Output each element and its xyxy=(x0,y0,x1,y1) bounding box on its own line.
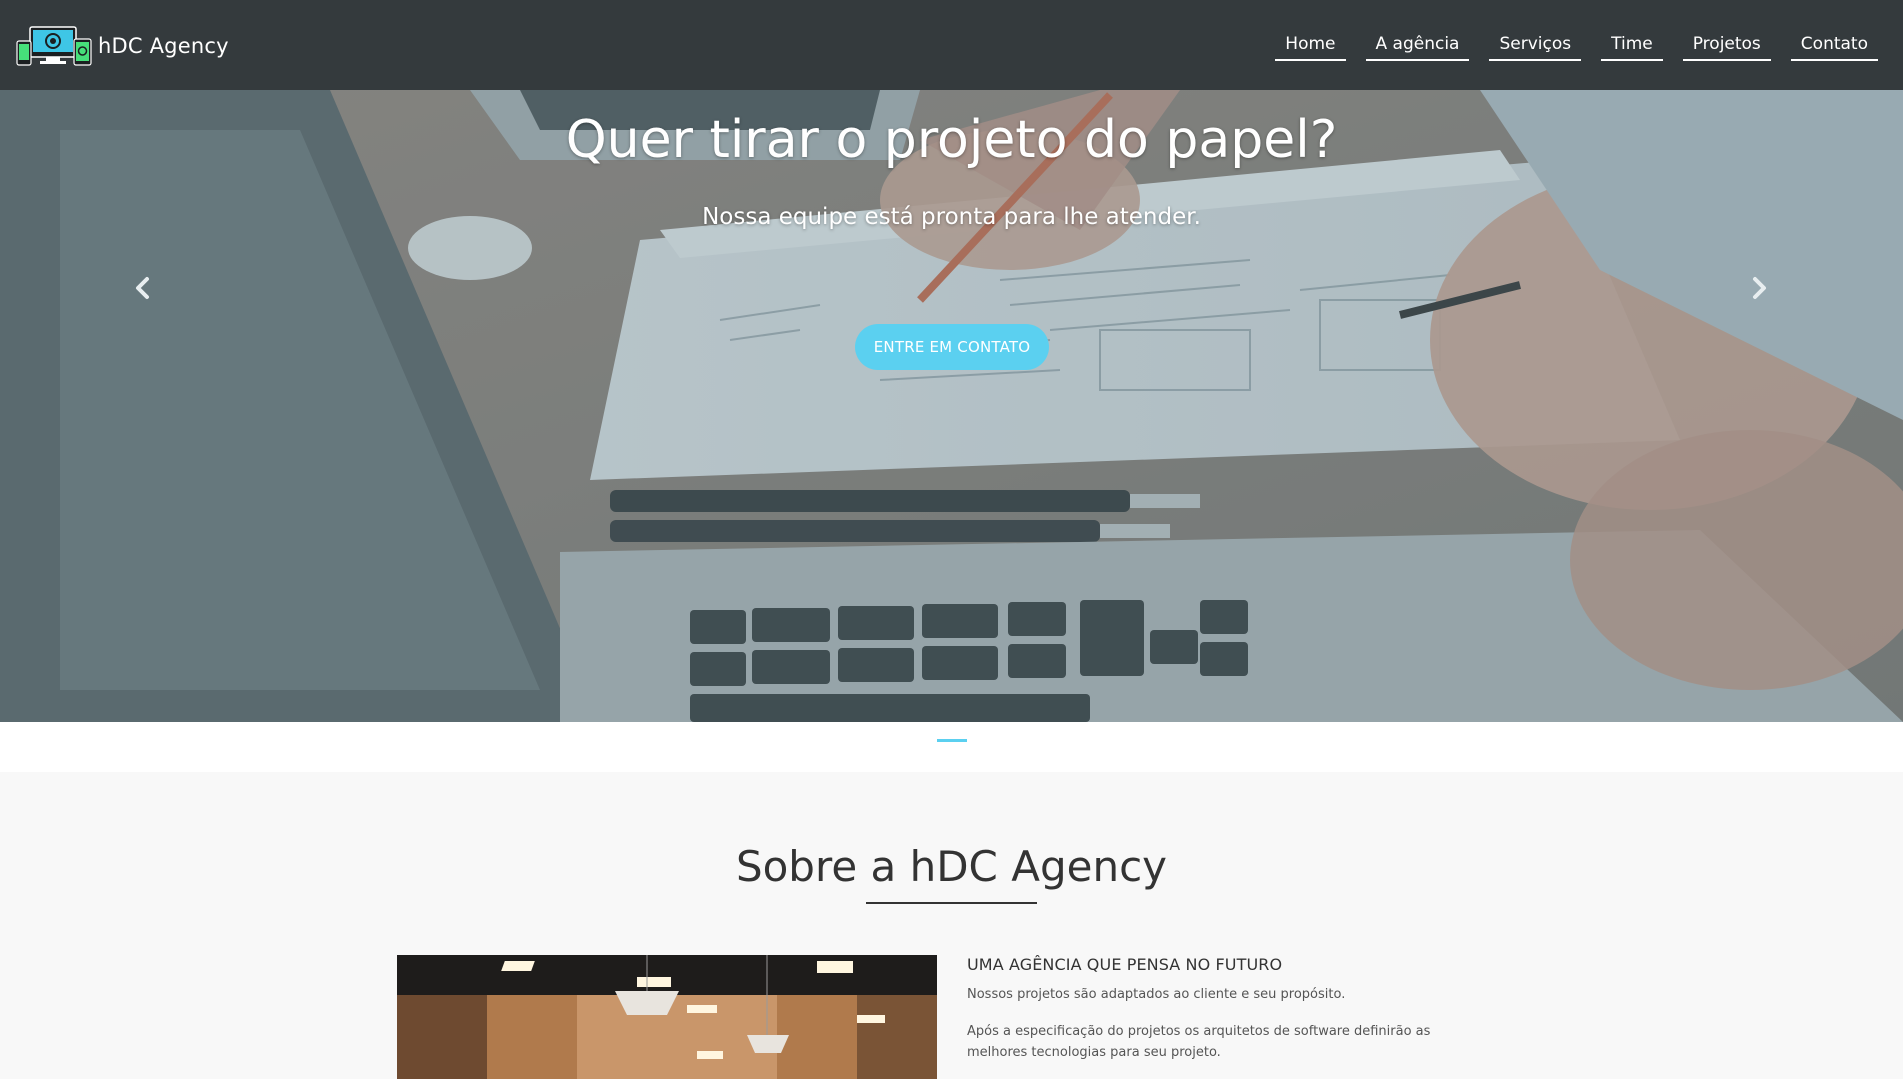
chevron-left-icon[interactable] xyxy=(128,273,158,303)
devices-logo-icon xyxy=(16,26,92,66)
hero-subtitle: Nossa equipe está pronta para lhe atende… xyxy=(702,204,1201,230)
nav-item-contato[interactable]: Contato xyxy=(1790,30,1878,61)
nav-item-home[interactable]: Home xyxy=(1275,30,1346,61)
nav-item-time[interactable]: Time xyxy=(1601,30,1663,61)
navbar: hDC Agency Home A agência Serviços Time … xyxy=(0,0,1903,90)
nav-item-servicos[interactable]: Serviços xyxy=(1489,30,1582,61)
about-section: Sobre a hDC Agency UMA AGÊNCIA QUE PENSA… xyxy=(0,772,1903,1079)
about-paragraph-1: Nossos projetos são adaptados ao cliente… xyxy=(967,987,1346,1002)
office-photo xyxy=(397,955,937,1079)
about-heading: UMA AGÊNCIA QUE PENSA NO FUTURO xyxy=(967,955,1283,974)
main-nav: Home A agência Serviços Time Projetos Co… xyxy=(1275,30,1878,61)
about-title: Sobre a hDC Agency xyxy=(735,842,1168,891)
nav-item-projetos[interactable]: Projetos xyxy=(1682,30,1771,61)
nav-item-agencia[interactable]: A agência xyxy=(1365,30,1470,61)
chevron-right-icon[interactable] xyxy=(1744,273,1774,303)
about-title-underline xyxy=(866,902,1037,904)
hero-title: Quer tirar o projeto do papel? xyxy=(565,110,1338,170)
carousel-indicator-active[interactable] xyxy=(937,739,967,742)
about-text-block: UMA AGÊNCIA QUE PENSA NO FUTURO Nossos p… xyxy=(967,955,1487,1063)
about-paragraph-2: Após a especificação do projetos os arqu… xyxy=(967,1024,1431,1060)
hero-overlay xyxy=(0,90,1903,722)
hero-carousel: Quer tirar o projeto do papel? Nossa equ… xyxy=(0,90,1903,722)
carousel-indicators xyxy=(0,722,1903,772)
brand-name: hDC Agency xyxy=(98,34,229,58)
brand-link[interactable]: hDC Agency xyxy=(16,25,229,67)
contact-cta-button[interactable]: ENTRE EM CONTATO xyxy=(855,324,1049,370)
